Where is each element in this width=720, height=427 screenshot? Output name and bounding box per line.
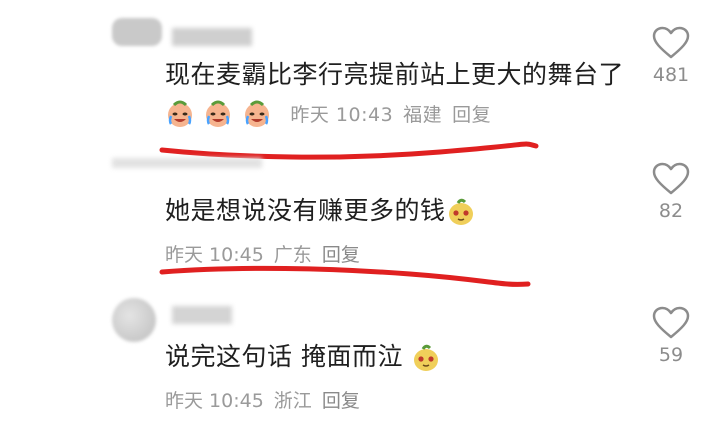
avatar[interactable] (112, 298, 156, 342)
username-blurred[interactable] (112, 158, 262, 168)
username-blurred[interactable] (172, 306, 232, 324)
like-button[interactable]: 481 (648, 26, 694, 86)
doge-face-icon (448, 198, 473, 225)
comment-time: 昨天 10:45 (165, 390, 264, 412)
heart-outline-icon[interactable] (652, 26, 690, 60)
red-underline-1 (159, 141, 539, 160)
crying-laugh-face-icon (168, 100, 192, 127)
comment-location: 福建 (403, 104, 443, 126)
red-underline-2 (159, 265, 531, 287)
reply-button[interactable]: 回复 (322, 244, 360, 266)
comment-meta: 昨天 10:43 福建 回复 (290, 104, 501, 126)
comment-body: 说完这句话 掩面而泣 (165, 342, 403, 371)
emoji-group (165, 98, 280, 127)
comment-body: 现在麦霸比李行亮提前站上更大的舞台了 (165, 60, 625, 89)
reply-button[interactable]: 回复 (452, 104, 491, 126)
crying-laugh-face-icon (244, 100, 269, 127)
like-button[interactable]: 59 (648, 306, 694, 366)
heart-outline-icon[interactable] (652, 162, 690, 196)
like-count: 481 (652, 64, 690, 86)
doge-face-icon (414, 344, 439, 371)
comment-text: 说完这句话 掩面而泣 (165, 338, 625, 376)
comment-location: 广东 (273, 244, 312, 266)
comment-location: 浙江 (273, 390, 312, 412)
comment-text: 她是想说没有赚更多的钱 (165, 192, 625, 230)
comment-body: 她是想说没有赚更多的钱 (165, 196, 446, 225)
comment-meta: 昨天 10:45 广东 回复 (165, 240, 370, 267)
like-count: 59 (658, 344, 684, 366)
comment-time: 昨天 10:45 (165, 244, 264, 266)
heart-outline-icon[interactable] (652, 306, 690, 340)
comment-text: 现在麦霸比李行亮提前站上更大的舞台了 昨天 10:43 福建 回复 (165, 56, 625, 134)
like-count: 82 (658, 200, 684, 222)
comment-meta: 昨天 10:45 浙江 回复 (165, 386, 370, 413)
username-blurred[interactable] (172, 28, 252, 46)
avatar[interactable] (112, 18, 162, 46)
reply-button[interactable]: 回复 (322, 390, 360, 412)
comment-time: 昨天 10:43 (290, 104, 394, 126)
crying-laugh-face-icon (206, 100, 231, 127)
like-button[interactable]: 82 (648, 162, 694, 222)
